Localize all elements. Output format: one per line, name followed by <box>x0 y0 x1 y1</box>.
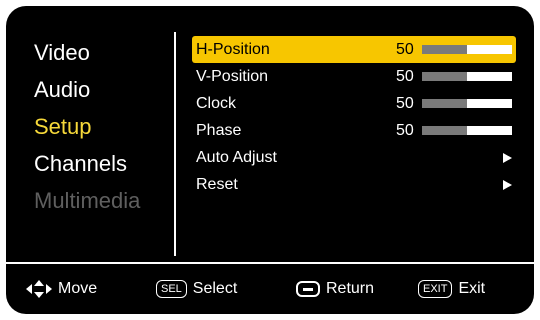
four-way-arrow-icon <box>26 280 52 298</box>
slider-fill <box>422 99 467 108</box>
menu-row-h-position[interactable]: H-Position 50 <box>192 36 516 63</box>
select-label: Select <box>192 280 238 297</box>
right-triangle-icon <box>503 180 512 190</box>
menu-row-label: Auto Adjust <box>196 149 277 166</box>
main-menu-sidebar: Video Audio Setup Channels Multimedia <box>34 34 169 219</box>
move-hint: Move <box>26 264 97 314</box>
menu-row-v-position[interactable]: V-Position 50 <box>196 63 516 90</box>
slider-fill <box>422 126 467 135</box>
menu-row-reset[interactable]: Reset <box>196 171 516 198</box>
exit-key-icon: EXIT <box>418 280 453 298</box>
menu-row-value: 50 <box>396 95 414 112</box>
return-hint: Return <box>296 264 374 314</box>
slider-fill <box>422 45 467 54</box>
menu-row-label: H-Position <box>196 41 270 58</box>
menu-row-label: Reset <box>196 176 238 193</box>
button-hint-bar: Move SEL Select Return EXIT Exit <box>6 264 534 314</box>
minus-box-icon <box>296 281 320 297</box>
menu-row-auto-adjust[interactable]: Auto Adjust <box>196 144 516 171</box>
menu-row-label: Clock <box>196 95 237 112</box>
sidebar-item-audio[interactable]: Audio <box>34 71 169 108</box>
menu-row-label: V-Position <box>196 68 269 85</box>
menu-row-phase[interactable]: Phase 50 <box>196 117 516 144</box>
sel-key-icon: SEL <box>156 280 187 298</box>
menu-row-value: 50 <box>396 122 414 139</box>
return-label: Return <box>326 280 375 297</box>
v-position-slider[interactable] <box>422 72 512 81</box>
exit-key-label: EXIT <box>418 280 453 298</box>
menu-row-label: Phase <box>196 122 242 139</box>
sidebar-item-setup[interactable]: Setup <box>34 108 169 145</box>
right-triangle-icon <box>503 153 512 163</box>
vertical-divider <box>174 32 176 256</box>
select-hint: SEL Select <box>156 264 237 314</box>
clock-slider[interactable] <box>422 99 512 108</box>
sidebar-item-multimedia: Multimedia <box>34 188 141 213</box>
slider-fill <box>422 72 467 81</box>
menu-row-value: 50 <box>396 41 414 58</box>
exit-hint: EXIT Exit <box>418 264 485 314</box>
menu-row-value: 50 <box>396 68 414 85</box>
sel-key-label: SEL <box>156 280 187 298</box>
move-label: Move <box>58 280 98 297</box>
setup-submenu: H-Position 50 V-Position 50 Clock 50 Pha… <box>192 36 516 198</box>
menu-row-clock[interactable]: Clock 50 <box>196 90 516 117</box>
sidebar-item-channels[interactable]: Channels <box>34 145 169 182</box>
phase-slider[interactable] <box>422 126 512 135</box>
exit-label: Exit <box>458 280 486 297</box>
sidebar-item-video[interactable]: Video <box>34 34 169 71</box>
h-position-slider[interactable] <box>422 45 512 54</box>
osd-menu-panel: Video Audio Setup Channels Multimedia H-… <box>6 6 534 314</box>
